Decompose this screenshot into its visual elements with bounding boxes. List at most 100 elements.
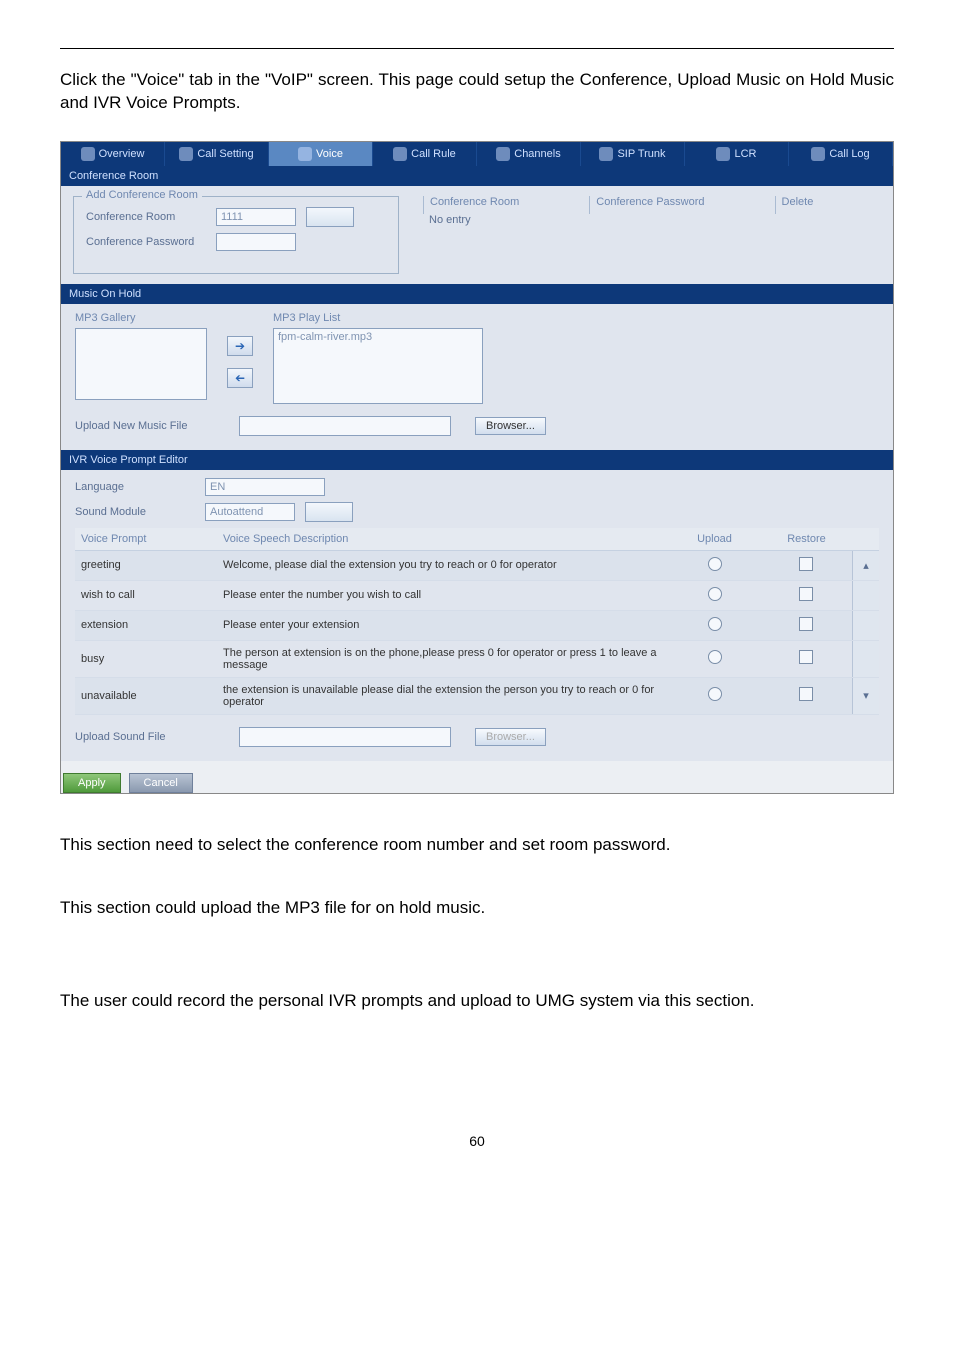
move-right-button[interactable]: ➔ bbox=[227, 336, 253, 356]
cell-prompt: wish to call bbox=[75, 580, 217, 610]
tab-sip-trunk[interactable]: SIP Trunk bbox=[581, 142, 685, 166]
scrollbar-track[interactable] bbox=[853, 580, 880, 610]
tab-label: Channels bbox=[514, 148, 560, 160]
upload-sound-path-display bbox=[239, 727, 451, 747]
overview-icon bbox=[81, 147, 95, 161]
upload-music-path-display bbox=[239, 416, 451, 436]
scrollbar-track[interactable] bbox=[853, 610, 880, 640]
conference-panel-body: Add Conference Room Conference Room Conf… bbox=[61, 186, 893, 284]
col-upload: Upload bbox=[669, 528, 761, 551]
conference-list: Conference Room No entry Conference Pass… bbox=[423, 196, 881, 226]
cell-prompt: greeting bbox=[75, 550, 217, 580]
cell-prompt: extension bbox=[75, 610, 217, 640]
scroll-down-button[interactable]: ▾ bbox=[853, 677, 880, 714]
lcr-icon bbox=[716, 147, 730, 161]
tab-label: SIP Trunk bbox=[617, 148, 665, 160]
upload-music-label: Upload New Music File bbox=[75, 420, 215, 432]
col-voice-desc: Voice Speech Description bbox=[217, 528, 669, 551]
playlist-item[interactable]: fpm-calm-river.mp3 bbox=[278, 331, 372, 343]
upload-radio[interactable] bbox=[708, 557, 722, 571]
mp3-playlist-label: MP3 Play List bbox=[273, 312, 483, 324]
cell-prompt: unavailable bbox=[75, 677, 217, 714]
ivr-panel-body: Language Sound Module Voice Prompt Voice… bbox=[61, 470, 893, 761]
cell-desc: Please enter your extension bbox=[217, 610, 669, 640]
upload-radio[interactable] bbox=[708, 687, 722, 701]
table-row: extension Please enter your extension bbox=[75, 610, 879, 640]
table-row: busy The person at extension is on the p… bbox=[75, 640, 879, 677]
tab-label: Overview bbox=[99, 148, 145, 160]
restore-checkbox[interactable] bbox=[799, 687, 813, 701]
mp3-gallery-label: MP3 Gallery bbox=[75, 312, 207, 324]
fieldset-legend: Add Conference Room bbox=[82, 189, 202, 201]
list-header-room: Conference Room bbox=[423, 196, 519, 214]
upload-sound-label: Upload Sound File bbox=[75, 731, 215, 743]
tab-channels[interactable]: Channels bbox=[477, 142, 581, 166]
sound-module-input[interactable] bbox=[205, 503, 295, 521]
table-row: greeting Welcome, please dial the extens… bbox=[75, 550, 879, 580]
scrollbar-track[interactable] bbox=[853, 640, 880, 677]
tab-call-rule[interactable]: Call Rule bbox=[373, 142, 477, 166]
mp3-playlist-listbox[interactable]: fpm-calm-river.mp3 bbox=[273, 328, 483, 404]
ivr-prompts-table: Voice Prompt Voice Speech Description Up… bbox=[75, 528, 879, 715]
list-header-password: Conference Password bbox=[589, 196, 704, 214]
section-text-2: This section could upload the MP3 file f… bbox=[60, 897, 894, 920]
moh-panel-body: MP3 Gallery ➔ ➔ MP3 Play List fpm-calm-r… bbox=[61, 304, 893, 450]
cell-desc: Please enter the number you wish to call bbox=[217, 580, 669, 610]
sound-module-label: Sound Module bbox=[75, 506, 195, 518]
tab-label: Call Log bbox=[829, 148, 869, 160]
tab-call-log[interactable]: Call Log bbox=[789, 142, 893, 166]
restore-checkbox[interactable] bbox=[799, 650, 813, 664]
tab-label: Call Rule bbox=[411, 148, 456, 160]
intro-paragraph: Click the "Voice" tab in the "VoIP" scre… bbox=[60, 69, 894, 115]
tab-bar: Overview Call Setting Voice Call Rule Ch… bbox=[61, 142, 893, 166]
cell-desc: Welcome, please dial the extension you t… bbox=[217, 550, 669, 580]
cell-prompt: busy bbox=[75, 640, 217, 677]
conference-room-select[interactable] bbox=[306, 207, 354, 227]
apply-button[interactable]: Apply bbox=[63, 773, 121, 793]
cancel-button[interactable]: Cancel bbox=[129, 773, 193, 793]
conference-password-input[interactable] bbox=[216, 233, 296, 251]
list-header-delete: Delete bbox=[775, 196, 814, 214]
conference-room-label: Conference Room bbox=[86, 211, 206, 223]
cell-desc: the extension is unavailable please dial… bbox=[217, 677, 669, 714]
conference-room-input[interactable] bbox=[216, 208, 296, 226]
call-setting-icon bbox=[179, 147, 193, 161]
section-text-1: This section need to select the conferen… bbox=[60, 834, 894, 857]
restore-checkbox[interactable] bbox=[799, 587, 813, 601]
section-text-3: The user could record the personal IVR p… bbox=[60, 990, 894, 1013]
conference-panel-header: Conference Room bbox=[61, 166, 893, 186]
tab-label: LCR bbox=[734, 148, 756, 160]
col-voice-prompt: Voice Prompt bbox=[75, 528, 217, 551]
page-number: 60 bbox=[60, 1133, 894, 1179]
tab-lcr[interactable]: LCR bbox=[685, 142, 789, 166]
horizontal-rule bbox=[60, 48, 894, 49]
col-restore: Restore bbox=[761, 528, 853, 551]
tab-label: Call Setting bbox=[197, 148, 253, 160]
call-log-icon bbox=[811, 147, 825, 161]
tab-call-setting[interactable]: Call Setting bbox=[165, 142, 269, 166]
upload-radio[interactable] bbox=[708, 587, 722, 601]
conference-password-label: Conference Password bbox=[86, 236, 206, 248]
mp3-gallery-listbox[interactable] bbox=[75, 328, 207, 400]
list-entry-room: No entry bbox=[423, 214, 519, 226]
restore-checkbox[interactable] bbox=[799, 617, 813, 631]
voip-voice-screenshot: Overview Call Setting Voice Call Rule Ch… bbox=[60, 141, 894, 794]
restore-checkbox[interactable] bbox=[799, 557, 813, 571]
browser-sound-button[interactable]: Browser... bbox=[475, 728, 546, 746]
upload-radio[interactable] bbox=[708, 650, 722, 664]
moh-panel-header: Music On Hold bbox=[61, 284, 893, 304]
language-input[interactable] bbox=[205, 478, 325, 496]
tab-overview[interactable]: Overview bbox=[61, 142, 165, 166]
cell-desc: The person at extension is on the phone,… bbox=[217, 640, 669, 677]
move-left-button[interactable]: ➔ bbox=[227, 368, 253, 388]
scroll-up-button[interactable]: ▴ bbox=[853, 550, 880, 580]
upload-radio[interactable] bbox=[708, 617, 722, 631]
add-conference-fieldset: Add Conference Room Conference Room Conf… bbox=[73, 196, 399, 274]
language-label: Language bbox=[75, 481, 195, 493]
table-row: wish to call Please enter the number you… bbox=[75, 580, 879, 610]
call-rule-icon bbox=[393, 147, 407, 161]
voice-icon bbox=[298, 147, 312, 161]
sound-module-select[interactable] bbox=[305, 502, 353, 522]
browser-music-button[interactable]: Browser... bbox=[475, 417, 546, 435]
tab-voice[interactable]: Voice bbox=[269, 142, 373, 166]
